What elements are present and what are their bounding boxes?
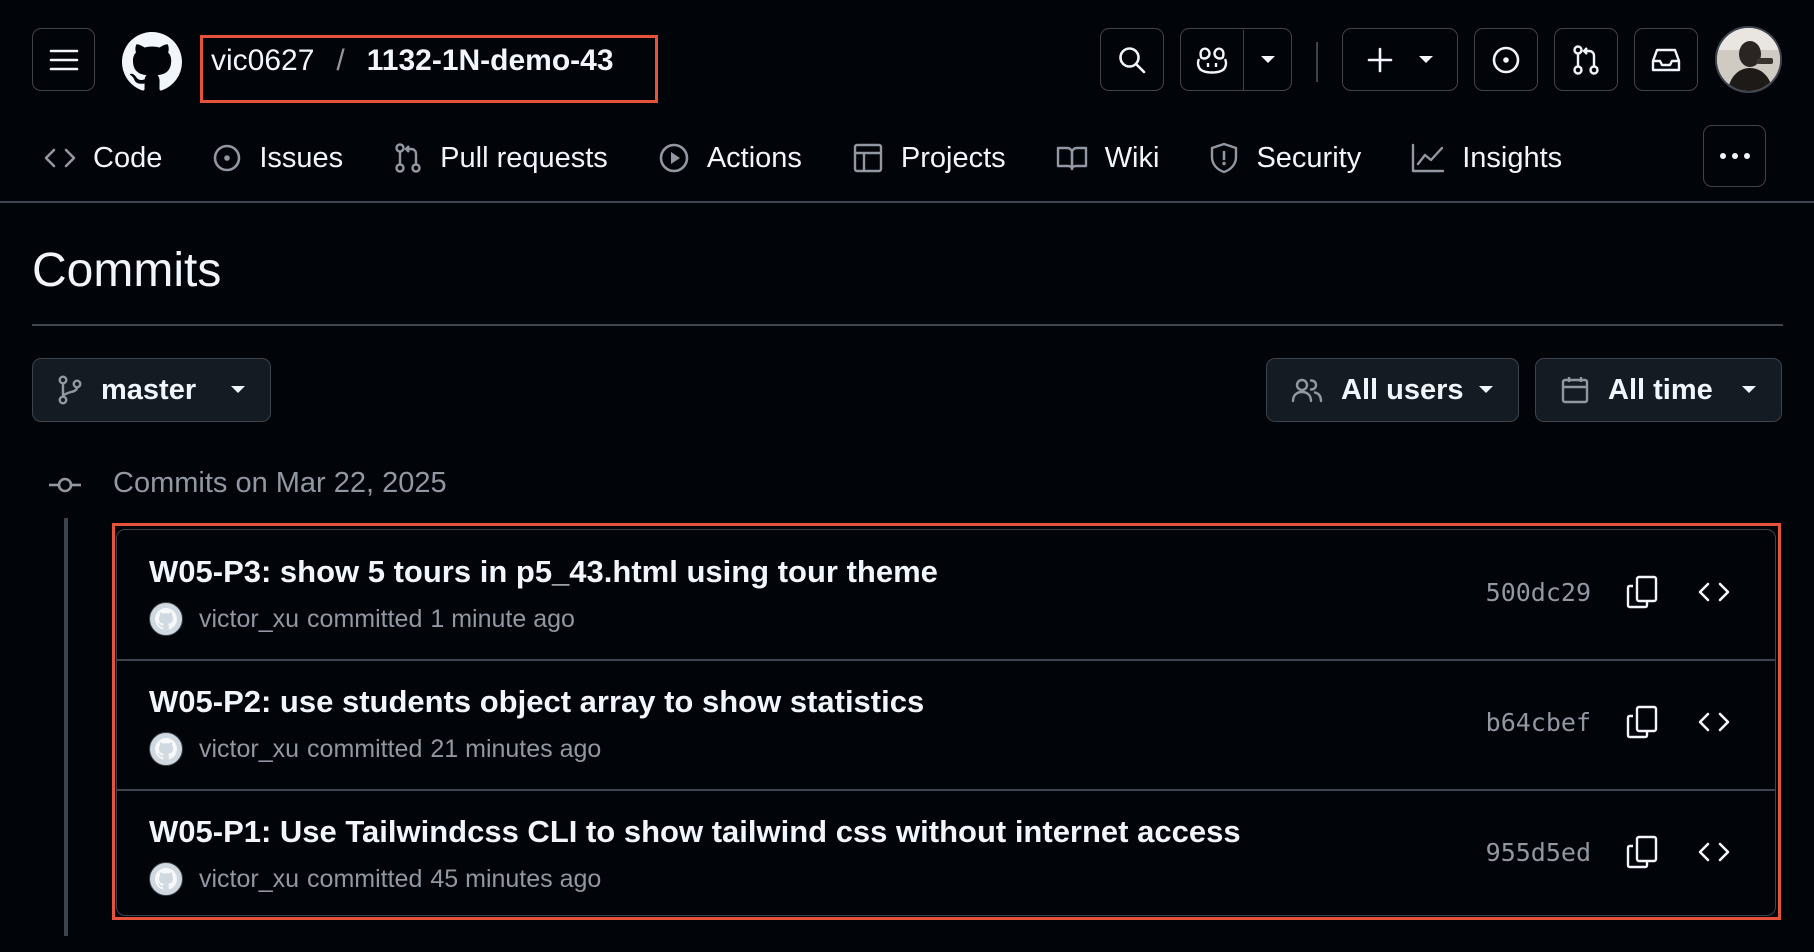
tab-security[interactable]: Security (1209, 132, 1361, 184)
tab-label: Issues (259, 141, 344, 174)
graph-icon (1412, 143, 1445, 173)
users-filter-label: All users (1341, 373, 1464, 406)
repo-name-link[interactable]: 1132-1N-demo-43 (367, 44, 614, 78)
tab-wiki[interactable]: Wiki (1056, 132, 1160, 184)
tab-code[interactable]: Code (44, 132, 162, 184)
issue-opened-icon (1492, 46, 1520, 73)
book-icon (1056, 146, 1087, 171)
menu-button[interactable] (32, 28, 95, 91)
play-icon (659, 143, 689, 173)
commit-group-date: Commits on Mar 22, 2025 (113, 467, 447, 499)
user-avatar[interactable] (1715, 26, 1782, 93)
git-commit-icon (48, 473, 82, 497)
tab-label: Insights (1462, 141, 1563, 174)
git-pull-request-icon (1573, 44, 1599, 75)
git-branch-icon (58, 375, 82, 405)
time-filter[interactable]: All time (1535, 358, 1782, 422)
table-icon (853, 143, 883, 173)
search-icon (1119, 46, 1146, 73)
tab-insights[interactable]: Insights (1411, 132, 1562, 184)
header-divider (1316, 42, 1318, 82)
hamburger-icon (49, 49, 78, 70)
time-filter-label: All time (1608, 373, 1713, 406)
tab-actions[interactable]: Actions (658, 132, 802, 184)
tab-label: Security (1256, 141, 1362, 174)
tab-label: Actions (706, 141, 802, 174)
github-logo-icon[interactable] (122, 32, 182, 92)
page-title: Commits (32, 244, 222, 297)
branch-label: master (101, 373, 197, 406)
create-new-button[interactable] (1342, 28, 1458, 91)
repo-owner-link[interactable]: vic0627 (211, 44, 314, 78)
kebab-horizontal-icon (1719, 153, 1750, 159)
tab-label: Code (93, 141, 163, 174)
title-divider (32, 324, 1783, 326)
issues-shortcut-button[interactable] (1474, 28, 1538, 91)
copilot-icon (1196, 47, 1228, 74)
plus-icon (1367, 47, 1393, 72)
timeline-line (64, 518, 68, 936)
code-icon (44, 148, 76, 168)
tab-projects[interactable]: Projects (852, 132, 1006, 184)
pull-requests-shortcut-button[interactable] (1554, 28, 1618, 91)
tab-label: Pull requests (440, 141, 608, 174)
tab-label: Projects (900, 141, 1006, 174)
users-filter[interactable]: All users (1266, 358, 1519, 422)
tab-pull-requests[interactable]: Pull requests (393, 132, 608, 184)
chevron-down-icon (1479, 386, 1493, 393)
shield-icon (1211, 142, 1238, 174)
repo-nav: Code Issues Pull requests Actions Projec… (44, 132, 1612, 184)
chevron-down-icon (1742, 386, 1756, 393)
chevron-down-icon (1419, 55, 1433, 63)
tab-label: Wiki (1104, 141, 1160, 174)
tab-issues[interactable]: Issues (212, 132, 343, 184)
commit-list-highlight-box (112, 523, 1781, 920)
inbox-button[interactable] (1634, 28, 1698, 91)
branch-selector[interactable]: master (32, 358, 271, 422)
issue-opened-icon (214, 144, 241, 172)
copilot-button-group (1180, 28, 1292, 91)
breadcrumb-separator: / (336, 44, 345, 77)
search-button[interactable] (1100, 28, 1164, 91)
calendar-icon (1561, 377, 1589, 404)
git-pull-request-icon (395, 143, 421, 173)
people-icon (1291, 378, 1323, 403)
copilot-dropdown-button[interactable] (1244, 30, 1291, 90)
chevron-down-icon (1260, 55, 1275, 63)
copilot-button[interactable] (1181, 29, 1244, 90)
repo-breadcrumb: vic0627 / 1132-1N-demo-43 (211, 42, 614, 80)
more-tabs-button[interactable] (1703, 125, 1766, 187)
inbox-icon (1651, 48, 1681, 71)
chevron-down-icon (231, 386, 245, 393)
nav-divider (0, 201, 1814, 203)
